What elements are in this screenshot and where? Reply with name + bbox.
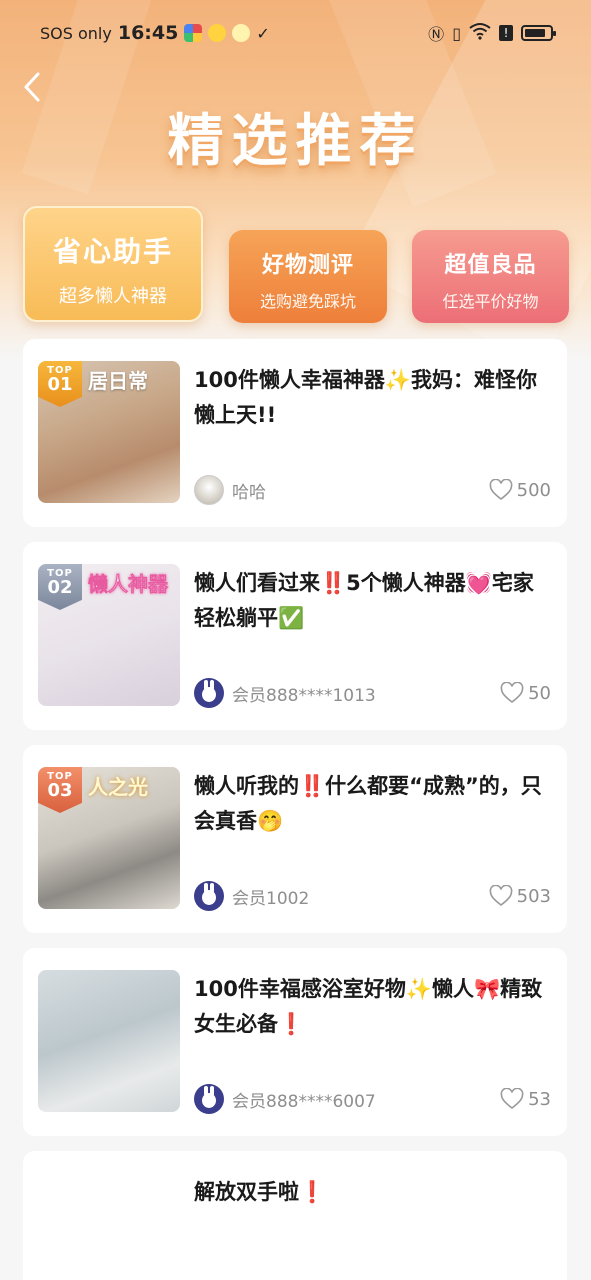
article-card[interactable]: 懒人神器 TOP 02 懒人们看过来‼️5个懒人神器💓宅家轻松躺平✅ 会员888… [23,542,567,730]
rank-badge: TOP 03 [38,767,82,813]
avatar [194,678,224,708]
tab-product-review[interactable]: 好物测评 选购避免踩坑 [229,230,387,323]
article-thumbnail: 懒人神器 TOP 02 [38,564,180,706]
nfc-icon: Ⓝ [428,25,445,44]
tab-subtitle: 任选平价好物 [442,292,539,311]
notification-app-icon [208,24,227,42]
heart-icon [489,885,513,907]
like-count: 503 [516,885,551,907]
vibrate-icon: ▯ [452,23,461,43]
author-name: 哈哈 [232,482,266,503]
notification-app-icon [232,24,251,42]
heart-icon [500,1088,524,1110]
article-card[interactable]: 居日常 TOP 01 100件懒人幸福神器✨我妈：难怪你懒上天!! 哈哈 500 [23,339,567,527]
avatar [194,881,224,911]
page-title: 精选推荐 [167,109,424,174]
like-count: 50 [528,682,551,704]
notification-app-icon [184,24,203,42]
rank-badge: TOP 02 [38,564,82,610]
article-title: 解放双手啦❗ [194,1180,326,1204]
avatar [194,475,224,505]
like-button[interactable]: 500 [489,479,551,501]
battery-icon [521,25,556,41]
alert-icon: ! [499,25,513,41]
heart-icon [500,682,524,704]
article-card[interactable]: 人之光 TOP 03 懒人听我的‼️什么都要“成熟”的，只会真香🤭 会员1002… [23,745,567,933]
tab-title: 省心助手 [52,235,173,268]
carrier-label: SOS only [40,23,112,43]
thumbnail-caption: 居日常 [88,369,148,393]
rank-number: 01 [47,374,73,395]
battery-level [525,29,545,37]
article-card[interactable]: 100件幸福感浴室好物✨懒人🎀精致女生必备❗ 会员888****6007 53 [23,948,567,1136]
rank-badge: TOP 01 [38,361,82,407]
tab-title: 好物测评 [261,253,354,278]
tab-worry-free-helper[interactable]: 省心助手 超多懒人神器 [23,206,203,322]
like-count: 500 [516,479,551,501]
article-author: 会员888****1013 [194,678,376,708]
article-title: 懒人们看过来‼️5个懒人神器💓宅家轻松躺平✅ [194,571,534,630]
article-title: 懒人听我的‼️什么都要“成熟”的，只会真香🤭 [194,774,542,833]
tab-title: 超值良品 [444,253,537,278]
notification-app-icon: ✓ [256,23,270,43]
like-count: 53 [528,1088,551,1110]
thumbnail-caption: 人之光 [88,775,148,799]
article-thumbnail: 人之光 TOP 03 [38,767,180,909]
article-thumbnail [38,970,180,1112]
article-thumbnail: 居日常 TOP 01 [38,361,180,503]
clock: 16:45 [117,22,179,44]
author-name: 会员888****1013 [232,685,376,706]
article-title: 100件懒人幸福神器✨我妈：难怪你懒上天!! [194,368,537,427]
wifi-icon [469,22,491,44]
article-author: 会员888****6007 [194,1084,376,1114]
thumbnail-caption: 懒人神器 [88,572,169,597]
status-bar: SOS only 16:45 ✓ Ⓝ ▯ ! [0,0,591,66]
rank-number: 02 [47,577,73,598]
article-author: 会员1002 [194,881,309,911]
tab-subtitle: 超多懒人神器 [59,286,167,307]
article-title: 100件幸福感浴室好物✨懒人🎀精致女生必备❗ [194,977,543,1036]
article-author: 哈哈 [194,475,266,505]
like-button[interactable]: 50 [500,682,551,704]
tab-subtitle: 选购避免踩坑 [259,292,356,311]
tab-great-value[interactable]: 超值良品 任选平价好物 [412,230,569,323]
avatar [194,1084,224,1114]
author-name: 会员888****6007 [232,1091,376,1112]
heart-icon [489,479,513,501]
article-card[interactable]: 解放双手啦❗ [23,1151,567,1280]
rank-number: 03 [47,780,73,801]
author-name: 会员1002 [232,888,310,909]
like-button[interactable]: 53 [500,1088,551,1110]
like-button[interactable]: 503 [489,885,551,907]
